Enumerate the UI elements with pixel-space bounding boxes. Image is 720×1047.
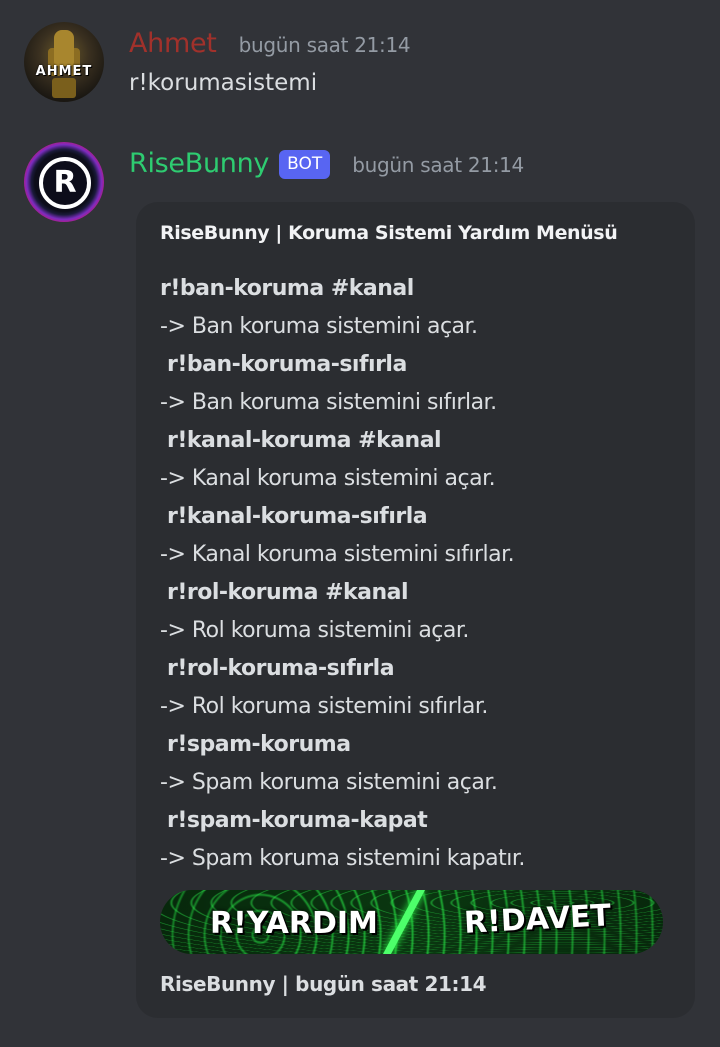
bot-avatar-risebunny[interactable]: R bbox=[24, 142, 104, 222]
bot-badge: BOT bbox=[279, 150, 331, 179]
message-timestamp[interactable]: bugün saat 21:14 bbox=[239, 33, 411, 57]
command-rol-koruma: r!rol-koruma #kanal bbox=[167, 580, 409, 605]
command-description: -> Rol koruma sistemini açar. bbox=[160, 618, 469, 643]
command-ban-koruma-sifirla: r!ban-koruma-sıfırla bbox=[167, 352, 407, 377]
embed-title: RiseBunny | Koruma Sistemi Yardım Menüsü bbox=[160, 222, 618, 244]
message-content: r!korumasistemi bbox=[129, 70, 318, 96]
command-description: -> Spam koruma sistemini açar. bbox=[160, 770, 498, 795]
command-kanal-koruma: r!kanal-koruma #kanal bbox=[167, 428, 442, 453]
user-avatar-ahmet[interactable]: AHMET bbox=[24, 22, 104, 102]
embed-description: r!ban-koruma #kanal -> Ban koruma sistem… bbox=[160, 270, 680, 878]
embed-card: RiseBunny | Koruma Sistemi Yardım Menüsü… bbox=[136, 202, 695, 1018]
command-description: -> Kanal koruma sistemini açar. bbox=[160, 466, 496, 491]
command-rol-koruma-sifirla: r!rol-koruma-sıfırla bbox=[167, 656, 395, 681]
message-timestamp[interactable]: bugün saat 21:14 bbox=[352, 153, 524, 177]
command-description: -> Kanal koruma sistemini sıfırlar. bbox=[160, 542, 515, 567]
command-description: -> Ban koruma sistemini açar. bbox=[160, 314, 478, 339]
command-spam-koruma: r!spam-koruma bbox=[167, 732, 351, 757]
command-description: -> Spam koruma sistemini kapatır. bbox=[160, 846, 525, 871]
message-header-bot: RiseBunny BOT bugün saat 21:14 bbox=[129, 148, 524, 182]
banner-yardim-label: R!YARDIM bbox=[210, 906, 378, 941]
command-description: -> Ban koruma sistemini sıfırlar. bbox=[160, 390, 497, 415]
command-description: -> Rol koruma sistemini sıfırlar. bbox=[160, 694, 488, 719]
registered-logo-icon: R bbox=[39, 157, 91, 209]
command-kanal-koruma-sifirla: r!kanal-koruma-sıfırla bbox=[167, 504, 428, 529]
command-spam-koruma-kapat: r!spam-koruma-kapat bbox=[167, 808, 428, 833]
username-risebunny[interactable]: RiseBunny bbox=[129, 148, 269, 179]
avatar-figure-legs bbox=[52, 78, 76, 98]
command-ban-koruma: r!ban-koruma #kanal bbox=[160, 276, 414, 301]
message-header-ahmet: Ahmet bugün saat 21:14 bbox=[129, 28, 411, 59]
embed-banner-image[interactable]: R!YARDIM R!DAVET bbox=[160, 890, 663, 954]
username-ahmet[interactable]: Ahmet bbox=[129, 28, 217, 59]
avatar-text: AHMET bbox=[35, 64, 93, 79]
embed-footer: RiseBunny | bugün saat 21:14 bbox=[160, 972, 487, 996]
avatar-figure bbox=[54, 30, 74, 66]
